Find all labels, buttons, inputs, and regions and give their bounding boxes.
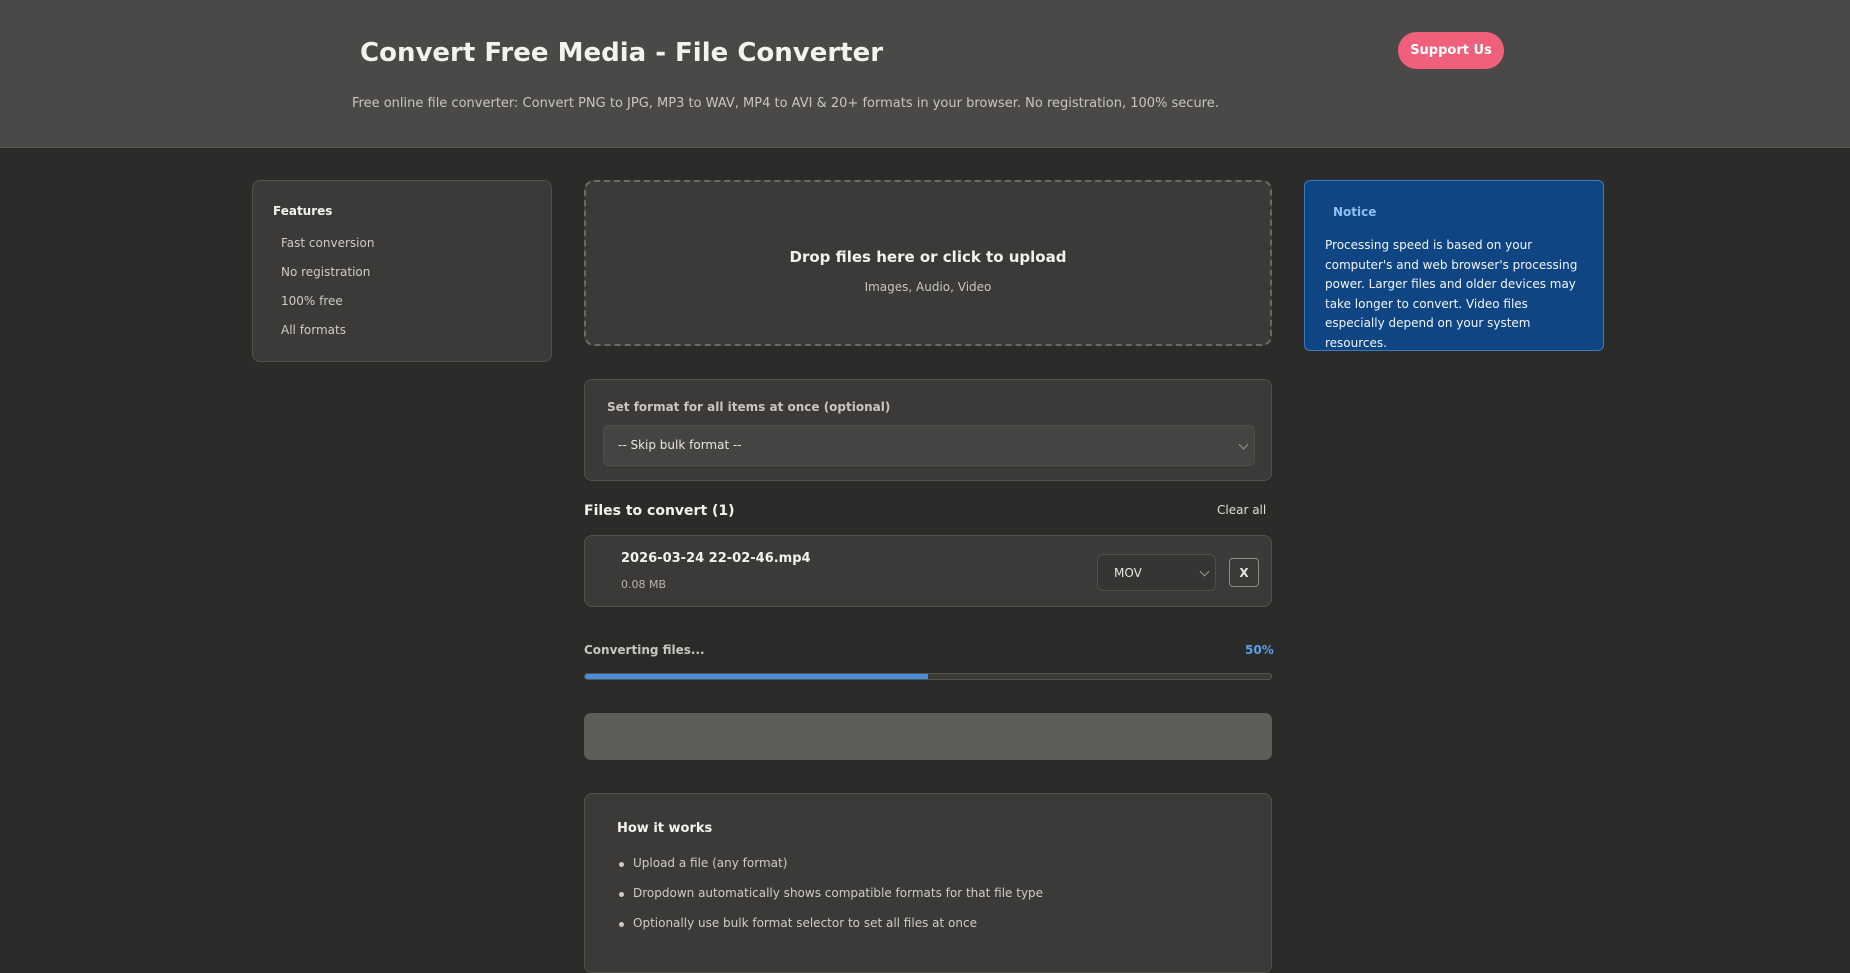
how-it-works-panel: How it works Upload a file (any format) … [584, 793, 1272, 973]
feature-item: 100% free [281, 294, 343, 308]
how-it-works-step: Optionally use bulk format selector to s… [618, 916, 1043, 946]
chevron-down-icon [1238, 439, 1249, 450]
site-title: Convert Free Media - File Converter [360, 38, 884, 68]
remove-file-button[interactable]: X [1229, 558, 1259, 587]
files-heading: Files to convert (1) [584, 503, 735, 519]
dropzone-subtitle: Images, Audio, Video [864, 280, 992, 294]
convert-button[interactable] [584, 713, 1272, 760]
progress-label: Converting files... [584, 643, 705, 657]
support-us-button[interactable]: Support Us [1398, 32, 1504, 69]
file-row: 2026-03-24 22-02-46.mp4 0.08 MB MOV X [584, 535, 1272, 607]
features-list: Fast conversion No registration 100% fre… [281, 236, 374, 352]
feature-item: No registration [281, 265, 371, 279]
bulk-format-label: Set format for all items at once (option… [607, 400, 891, 414]
progress-bar [584, 673, 1272, 680]
file-dropzone[interactable]: Drop files here or click to upload Image… [584, 180, 1272, 346]
progress-percent: 50% [1245, 643, 1274, 657]
file-size: 0.08 MB [621, 578, 667, 591]
progress-fill [585, 674, 928, 679]
file-format-selected: MOV [1114, 566, 1142, 580]
file-name: 2026-03-24 22-02-46.mp4 [621, 551, 811, 566]
features-title: Features [273, 204, 333, 218]
bulk-format-panel: Set format for all items at once (option… [584, 379, 1272, 481]
how-it-works-title: How it works [617, 821, 713, 836]
dropzone-title: Drop files here or click to upload [789, 248, 1067, 266]
feature-item: All formats [281, 323, 346, 337]
how-it-works-step: Dropdown automatically shows compatible … [618, 886, 1043, 916]
site-description: Free online file converter: Convert PNG … [352, 96, 1219, 111]
bulk-format-selected: -- Skip bulk format -- [618, 438, 742, 452]
file-format-select[interactable]: MOV [1097, 554, 1216, 591]
features-panel: Features Fast conversion No registration… [252, 180, 552, 362]
bulk-format-select[interactable]: -- Skip bulk format -- [603, 425, 1255, 466]
clear-all-button[interactable]: Clear all [1217, 503, 1266, 517]
how-it-works-step: Upload a file (any format) [618, 856, 1043, 886]
notice-panel: Notice Processing speed is based on your… [1304, 180, 1604, 351]
notice-title: Notice [1333, 205, 1377, 219]
how-it-works-list: Upload a file (any format) Dropdown auto… [618, 856, 1043, 946]
site-header: Convert Free Media - File Converter Free… [0, 0, 1850, 148]
chevron-down-icon [1199, 566, 1210, 577]
feature-item: Fast conversion [281, 236, 375, 250]
notice-text: Processing speed is based on your comput… [1325, 238, 1578, 350]
